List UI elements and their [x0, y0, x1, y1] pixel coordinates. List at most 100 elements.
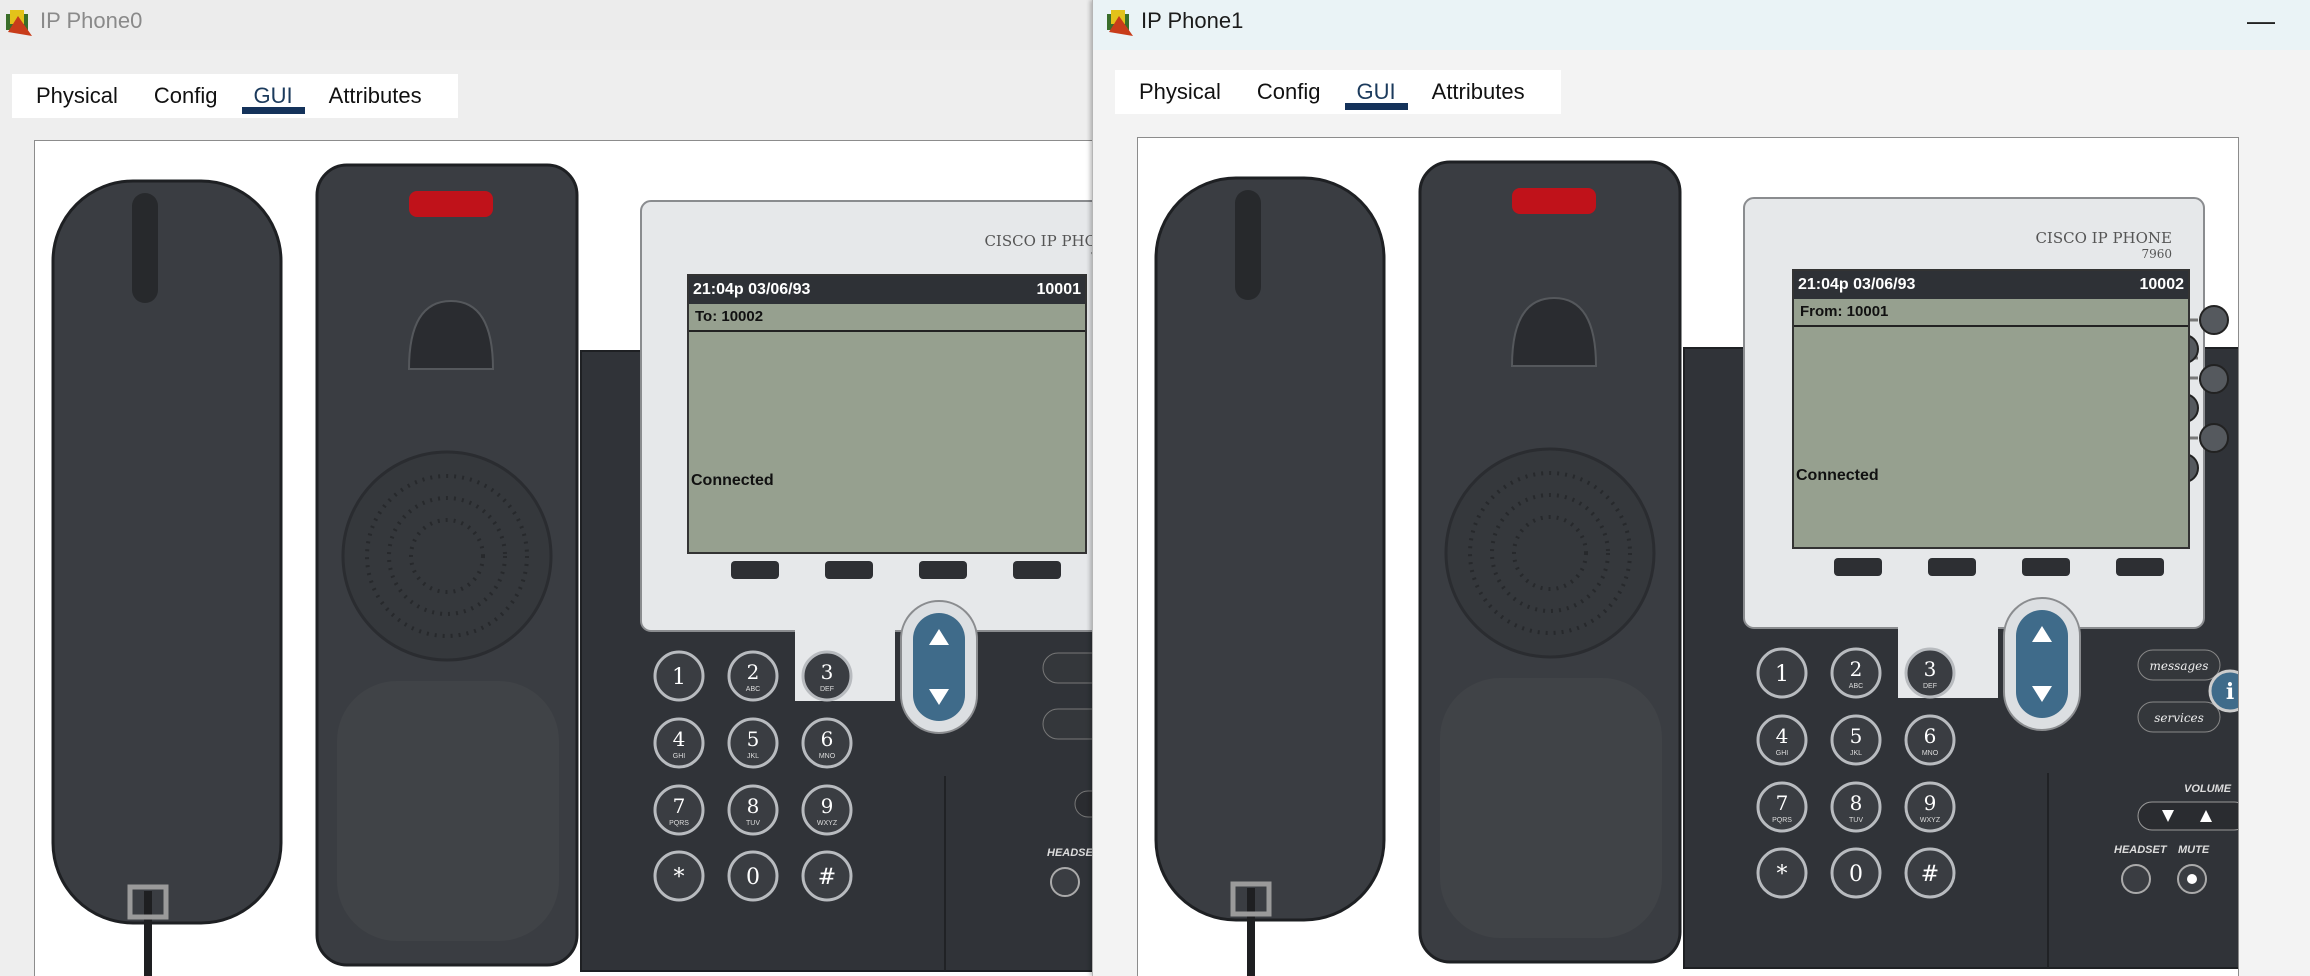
call-line[interactable]: From: 10001	[1794, 299, 2188, 327]
display-time-date: 21:04p 03/06/93	[693, 281, 811, 298]
key-digit: 1	[672, 665, 686, 690]
tab-bar: Physical Config GUI Attributes	[1115, 70, 1561, 114]
phone-illustration: CISCO IP PHONE 7 9 6 0 1 2 ABC 3 DEF 4 GHI 5 JKL 6 MN…	[51, 163, 1092, 976]
tab-gui[interactable]: GUI	[1344, 70, 1408, 114]
tab-attributes[interactable]: Attributes	[317, 74, 434, 118]
softkey-2[interactable]	[1928, 558, 1976, 576]
keypad-key-4[interactable]: 4 GHI	[653, 717, 705, 769]
headset-label: HEADSET	[1047, 847, 1092, 859]
headset-button[interactable]	[1050, 867, 1080, 897]
keypad-key-star[interactable]: *	[1756, 847, 1808, 899]
key-letters: GHI	[673, 753, 686, 760]
tab-config[interactable]: Config	[142, 74, 230, 118]
minimize-button[interactable]: —	[2241, 6, 2281, 42]
navigation-button[interactable]	[900, 600, 978, 734]
volume-label: VOLUME	[2184, 783, 2232, 795]
line-button-1[interactable]	[2199, 305, 2229, 335]
brand-label: CISCO IP PHONE	[2035, 229, 2172, 247]
keypad-key-6[interactable]: 6 MNO	[1904, 714, 1956, 766]
keypad-key-1[interactable]: 1	[1756, 647, 1808, 699]
key-letters: PQRS	[669, 820, 689, 827]
softkey-3[interactable]	[919, 561, 967, 579]
window-title: IP Phone0	[40, 8, 143, 33]
handset[interactable]	[51, 179, 283, 976]
softkey-4[interactable]	[2116, 558, 2164, 576]
softkey-1[interactable]	[1834, 558, 1882, 576]
call-line[interactable]: To: 10002	[689, 304, 1085, 332]
tab-gui[interactable]: GUI	[241, 74, 305, 118]
keypad-key-3[interactable]: 3 DEF	[801, 650, 853, 702]
keypad-key-5[interactable]: 5 JKL	[1830, 714, 1882, 766]
display-header: 21:04p 03/06/93 10002	[1794, 271, 2188, 299]
messages-label: messages	[2150, 659, 2209, 673]
keypad-key-1[interactable]: 1	[653, 650, 705, 702]
key-digit: 0	[746, 865, 760, 890]
navigation-button[interactable]	[2003, 597, 2081, 731]
mute-label: MUTE	[2178, 844, 2210, 856]
key-digit: 4	[1776, 724, 1789, 748]
volume-button[interactable]	[2137, 801, 2238, 831]
keypad-key-star[interactable]: *	[653, 850, 705, 902]
keypad-key-pound[interactable]: #	[801, 850, 853, 902]
key-digit: 1	[1775, 662, 1789, 687]
line-button-5[interactable]	[2199, 423, 2229, 453]
keypad-key-8[interactable]: 8 TUV	[727, 784, 779, 836]
keypad-key-pound[interactable]: #	[1904, 847, 1956, 899]
line-button-3[interactable]	[2199, 364, 2229, 394]
title-bar: IP Phone0	[0, 0, 1092, 50]
keypad-key-9[interactable]: 9 WXYZ	[1904, 781, 1956, 833]
keypad-key-2[interactable]: 2 ABC	[727, 650, 779, 702]
keypad-key-8[interactable]: 8 TUV	[1830, 781, 1882, 833]
headset-label: HEADSET	[2114, 844, 2168, 856]
gui-panel: CISCO IP PHONE 7960 1 2 ABC 3 DEF 4 GHI …	[1137, 137, 2239, 976]
keypad-key-3[interactable]: 3 DEF	[1904, 647, 1956, 699]
keypad-key-2[interactable]: 2 ABC	[1830, 647, 1882, 699]
softkey-2[interactable]	[825, 561, 873, 579]
tab-physical[interactable]: Physical	[1127, 70, 1233, 114]
phone-illustration: CISCO IP PHONE 7960 1 2ABC3DEF4GHI5JKL6M…	[1154, 160, 2238, 976]
softkey-3[interactable]	[2022, 558, 2070, 576]
key-letters: PQRS	[1772, 817, 1792, 824]
window-ip-phone1: IP Phone1 — Physical Config GUI Attribut…	[1092, 0, 2310, 976]
key-digit: 3	[821, 660, 834, 684]
key-digit: *	[674, 865, 685, 890]
info-icon: i	[2226, 679, 2234, 705]
key-digit: *	[1777, 862, 1788, 887]
keypad-key-7[interactable]: 7 PQRS	[653, 784, 705, 836]
headset-button[interactable]	[2121, 864, 2151, 894]
display-header: 21:04p 03/06/93 10001	[689, 276, 1085, 304]
key-digit: #	[1921, 862, 1939, 887]
tab-bar: Physical Config GUI Attributes	[12, 74, 458, 118]
keypad-key-0[interactable]: 0	[727, 850, 779, 902]
keypad-key-6[interactable]: 6 MNO	[801, 717, 853, 769]
tab-attributes[interactable]: Attributes	[1420, 70, 1537, 114]
window-title: IP Phone1	[1141, 8, 1244, 33]
key-digit: 8	[1850, 791, 1863, 815]
keypad-key-9[interactable]: 9 WXYZ	[801, 784, 853, 836]
softkey-1[interactable]	[731, 561, 779, 579]
messages-button[interactable]	[1042, 652, 1092, 684]
tab-config[interactable]: Config	[1245, 70, 1333, 114]
display-time-date: 21:04p 03/06/93	[1798, 276, 1916, 293]
handset[interactable]	[1154, 176, 1386, 976]
tab-physical[interactable]: Physical	[24, 74, 130, 118]
phone-display: 21:04p 03/06/93 10002 From: 10001 Connec…	[1792, 269, 2190, 549]
services-button[interactable]	[1042, 708, 1092, 740]
app-icon	[6, 10, 32, 36]
display-extension: 10001	[1036, 281, 1082, 298]
key-letters: JKL	[747, 753, 759, 760]
key-digit: 7	[673, 794, 686, 818]
keypad-key-7[interactable]: 7 PQRS	[1756, 781, 1808, 833]
softkey-4[interactable]	[1013, 561, 1061, 579]
key-letters: ABC	[746, 686, 760, 693]
key-letters: GHI	[1776, 750, 1789, 757]
display-extension: 10002	[2139, 276, 2185, 293]
key-letters: ABC	[1849, 683, 1863, 690]
keypad-key-0[interactable]: 0	[1830, 847, 1882, 899]
key-letters: JKL	[1850, 750, 1862, 757]
keypad-key-4[interactable]: 4 GHI	[1756, 714, 1808, 766]
key-digit: 0	[1849, 862, 1863, 887]
key-letters: WXYZ	[817, 820, 838, 827]
key-digit: 3	[1924, 657, 1937, 681]
keypad-key-5[interactable]: 5 JKL	[727, 717, 779, 769]
